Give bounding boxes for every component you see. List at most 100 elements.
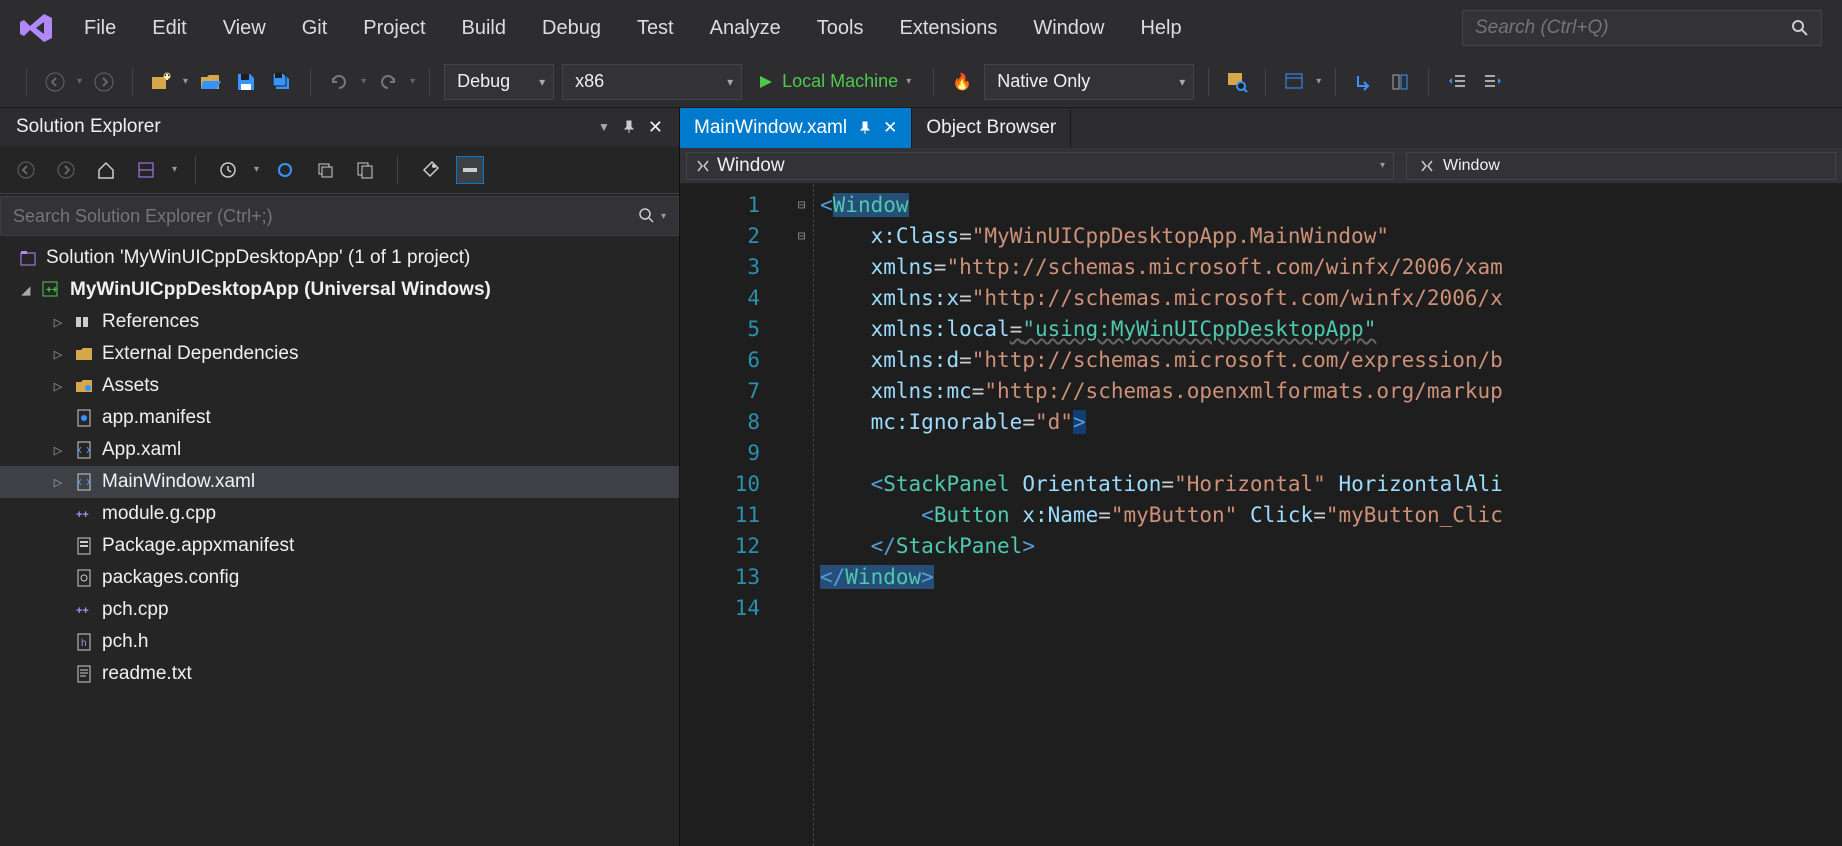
folder-ext-icon bbox=[74, 344, 94, 364]
menu-extensions[interactable]: Extensions bbox=[899, 17, 997, 40]
step-into-button[interactable] bbox=[1350, 68, 1378, 96]
preview-icon[interactable] bbox=[456, 156, 484, 184]
breadcrumb-left[interactable]: Window ▾ bbox=[686, 152, 1394, 180]
editor-panel: MainWindow.xaml✕Object Browser Window ▾ … bbox=[680, 108, 1842, 846]
tree-item-label: MainWindow.xaml bbox=[102, 471, 255, 493]
menu-project[interactable]: Project bbox=[363, 17, 425, 40]
step-over-button[interactable] bbox=[1386, 68, 1414, 96]
pin-icon[interactable] bbox=[859, 121, 871, 135]
start-debug-button[interactable]: Local Machine ▾ bbox=[750, 71, 919, 92]
vs-logo-icon bbox=[20, 14, 52, 42]
menu-help[interactable]: Help bbox=[1140, 17, 1181, 40]
close-icon[interactable]: ✕ bbox=[883, 118, 897, 138]
tree-item-label: app.manifest bbox=[102, 407, 211, 429]
switch-views-icon[interactable] bbox=[132, 156, 160, 184]
expander-icon[interactable]: ▷ bbox=[50, 380, 66, 393]
nav-forward-button[interactable] bbox=[90, 68, 118, 96]
global-search-input[interactable] bbox=[1475, 17, 1775, 39]
solution-icon bbox=[18, 248, 38, 268]
tab-mainwindow-xaml[interactable]: MainWindow.xaml✕ bbox=[680, 108, 912, 148]
panel-search[interactable]: ▾ bbox=[0, 196, 679, 236]
expander-icon[interactable]: ◢ bbox=[18, 284, 34, 297]
forward-icon[interactable] bbox=[52, 156, 80, 184]
expander-icon[interactable]: ▷ bbox=[50, 316, 66, 329]
browser-link-button[interactable] bbox=[1280, 68, 1308, 96]
platform-dropdown[interactable]: x86 bbox=[562, 64, 742, 100]
separator bbox=[1208, 68, 1209, 96]
tree-item-package-appxmanifest[interactable]: Package.appxmanifest bbox=[0, 530, 679, 562]
menu-window[interactable]: Window bbox=[1033, 17, 1104, 40]
indent-button[interactable] bbox=[1479, 68, 1507, 96]
tree-item-label: Package.appxmanifest bbox=[102, 535, 294, 557]
breadcrumb-right[interactable]: Window bbox=[1406, 152, 1836, 180]
expander-icon[interactable]: ▷ bbox=[50, 444, 66, 457]
separator bbox=[397, 156, 398, 184]
panel-search-input[interactable] bbox=[13, 206, 639, 227]
tree-item-module-g-cpp[interactable]: ++module.g.cpp bbox=[0, 498, 679, 530]
save-all-button[interactable] bbox=[268, 68, 296, 96]
global-search[interactable] bbox=[1462, 10, 1822, 46]
references-icon bbox=[74, 312, 94, 332]
tree-item-label: External Dependencies bbox=[102, 343, 298, 365]
element-icon bbox=[695, 158, 711, 174]
separator bbox=[1265, 68, 1266, 96]
menu-items: File Edit View Git Project Build Debug Test Anal… bbox=[84, 17, 1182, 40]
undo-button[interactable] bbox=[325, 68, 353, 96]
file-cpp-icon: ++ bbox=[74, 600, 94, 620]
nav-back-button[interactable] bbox=[41, 68, 69, 96]
expander-icon[interactable]: ▷ bbox=[50, 476, 66, 489]
search-icon bbox=[1791, 19, 1809, 37]
home-icon[interactable] bbox=[92, 156, 120, 184]
file-h-icon: h bbox=[74, 632, 94, 652]
project-node[interactable]: ◢ ++ MyWinUICppDesktopApp (Universal Win… bbox=[0, 274, 679, 306]
tree-item-label: pch.h bbox=[102, 631, 148, 653]
menu-tools[interactable]: Tools bbox=[817, 17, 864, 40]
menu-build[interactable]: Build bbox=[462, 17, 506, 40]
menu-edit[interactable]: Edit bbox=[152, 17, 186, 40]
menu-analyze[interactable]: Analyze bbox=[710, 17, 781, 40]
properties-icon[interactable] bbox=[416, 156, 444, 184]
back-icon[interactable] bbox=[12, 156, 40, 184]
tab-object-browser[interactable]: Object Browser bbox=[912, 108, 1071, 148]
fire-icon[interactable]: 🔥 bbox=[948, 68, 976, 96]
file-cpp-icon: ++ bbox=[74, 504, 94, 524]
solution-root[interactable]: Solution 'MyWinUICppDesktopApp' (1 of 1 … bbox=[0, 242, 679, 274]
tree-item-readme-txt[interactable]: readme.txt bbox=[0, 658, 679, 690]
redo-button[interactable] bbox=[374, 68, 402, 96]
fold-gutter: ⊟⊟ bbox=[790, 184, 814, 846]
tree-item-packages-config[interactable]: packages.config bbox=[0, 562, 679, 594]
tree-item-pch-h[interactable]: h pch.h bbox=[0, 626, 679, 658]
code-text[interactable]: <Window x:Class="MyWinUICppDesktopApp.Ma… bbox=[814, 184, 1842, 846]
code-area: 1234567891011121314 ⊟⊟ <Window x:Class="… bbox=[680, 184, 1842, 846]
tree-item-external-dependencies[interactable]: ▷ External Dependencies bbox=[0, 338, 679, 370]
menu-git[interactable]: Git bbox=[302, 17, 328, 40]
dropdown-icon[interactable]: ▼ bbox=[598, 120, 610, 134]
tree-item-pch-cpp[interactable]: ++pch.cpp bbox=[0, 594, 679, 626]
new-project-button[interactable] bbox=[147, 68, 175, 96]
save-button[interactable] bbox=[232, 68, 260, 96]
open-file-button[interactable] bbox=[196, 68, 224, 96]
tree-item-app-manifest[interactable]: app.manifest bbox=[0, 402, 679, 434]
debug-type-dropdown[interactable]: Native Only bbox=[984, 64, 1194, 100]
menu-debug[interactable]: Debug bbox=[542, 17, 601, 40]
outdent-button[interactable] bbox=[1443, 68, 1471, 96]
collapse-all-icon[interactable] bbox=[311, 156, 339, 184]
tree-item-references[interactable]: ▷References bbox=[0, 306, 679, 338]
separator bbox=[26, 68, 27, 96]
tree-item-assets[interactable]: ▷Assets bbox=[0, 370, 679, 402]
tree-item-app-xaml[interactable]: ▷App.xaml bbox=[0, 434, 679, 466]
menu-file[interactable]: File bbox=[84, 17, 116, 40]
menu-test[interactable]: Test bbox=[637, 17, 674, 40]
menu-view[interactable]: View bbox=[223, 17, 266, 40]
show-all-files-icon[interactable] bbox=[351, 156, 379, 184]
find-in-files-button[interactable] bbox=[1223, 68, 1251, 96]
tree-item-mainwindow-xaml[interactable]: ▷ MainWindow.xaml bbox=[0, 466, 679, 498]
pin-icon[interactable] bbox=[622, 120, 636, 134]
sync-icon[interactable] bbox=[271, 156, 299, 184]
expander-icon[interactable]: ▷ bbox=[50, 348, 66, 361]
svg-text:++: ++ bbox=[76, 509, 89, 521]
close-icon[interactable]: ✕ bbox=[648, 117, 663, 138]
config-dropdown[interactable]: Debug bbox=[444, 64, 554, 100]
pending-changes-icon[interactable] bbox=[214, 156, 242, 184]
svg-text:++: ++ bbox=[46, 285, 58, 296]
